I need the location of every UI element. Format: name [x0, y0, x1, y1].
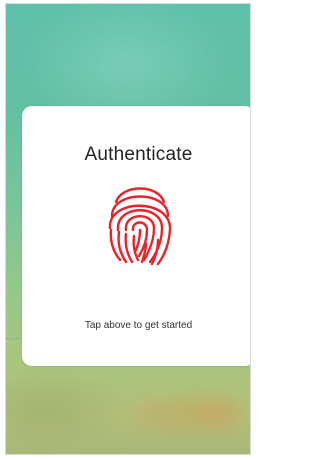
phone-screen: Authenticate Tap above to get started	[5, 3, 251, 455]
fingerprint-icon[interactable]	[106, 170, 174, 270]
background-blur	[16, 399, 76, 429]
background-blur	[196, 402, 241, 426]
dialog-title: Authenticate	[84, 144, 193, 165]
dialog-hint: Tap above to get started	[84, 320, 193, 331]
authenticate-dialog: Authenticate Tap above to get started	[22, 106, 250, 366]
background-blur	[126, 404, 181, 426]
